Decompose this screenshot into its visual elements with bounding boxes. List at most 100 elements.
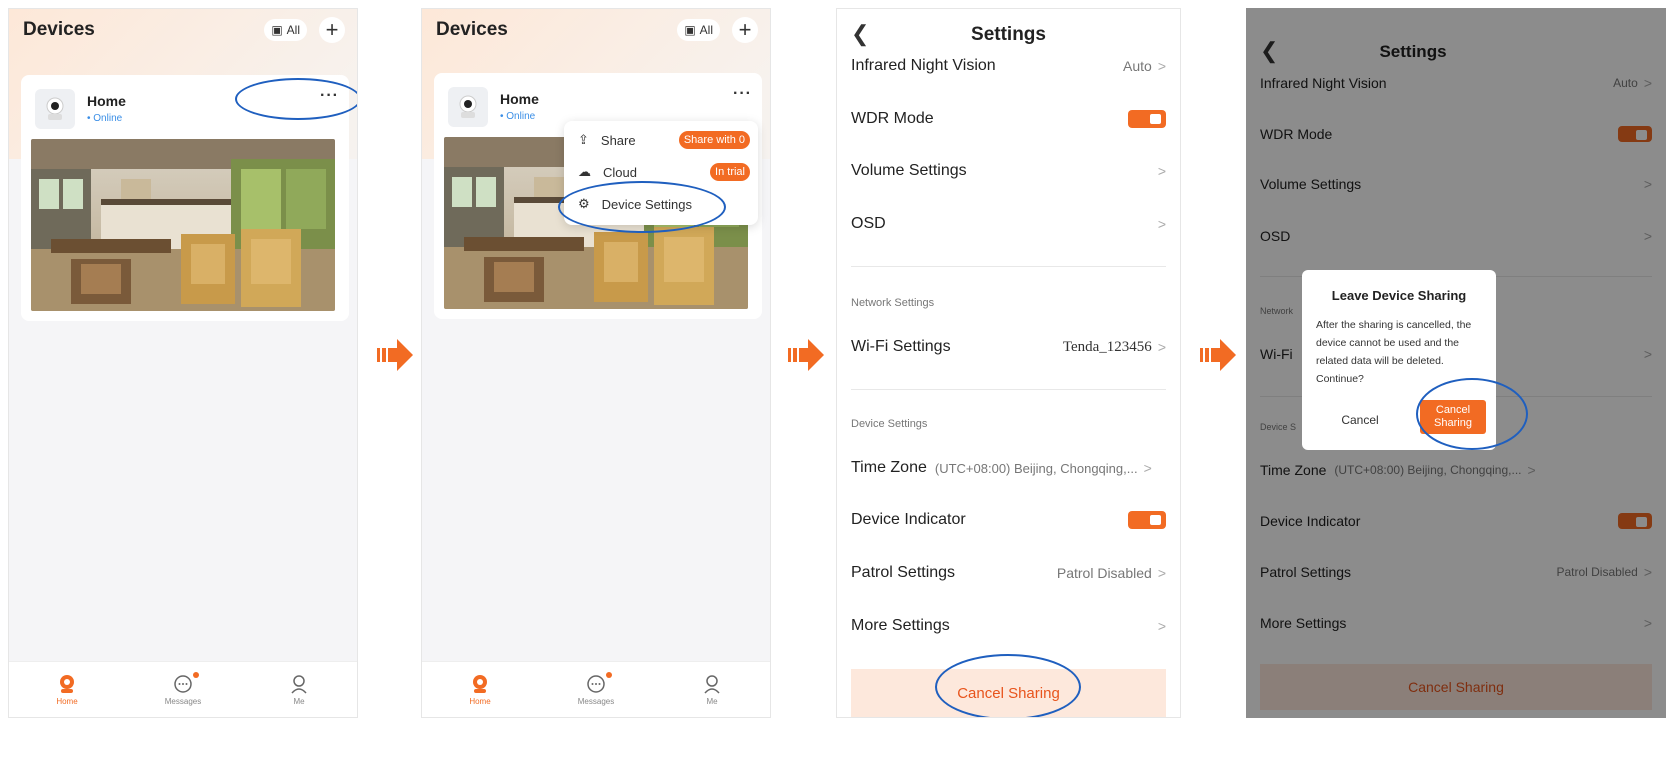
row-osd[interactable]: OSD > xyxy=(851,211,1166,237)
row-value: Auto xyxy=(1123,58,1152,74)
row-label: Device Indicator xyxy=(851,511,966,528)
tab-home-label: Home xyxy=(56,696,78,706)
highlight-ring-device-settings xyxy=(558,181,726,233)
chevron-right-icon: > xyxy=(1157,163,1166,179)
row-infrared-night-vision[interactable]: Infrared Night Vision Auto > xyxy=(851,53,1166,79)
row-device-indicator: Device Indicator xyxy=(851,507,1166,533)
tab-messages-label: Messages xyxy=(577,696,615,706)
tab-me-label: Me xyxy=(293,696,305,706)
plus-icon: + xyxy=(325,17,339,42)
devices-menu-screen: Devices ▣ All + Home • Online ··· ⇪ Shar… xyxy=(421,8,771,718)
row-value: (UTC+08:00) Beijing, Chongqing,... xyxy=(934,460,1138,476)
menu-item-cloud-label: Cloud xyxy=(603,164,637,180)
chevron-right-icon: > xyxy=(1157,58,1166,74)
settings-screen: ❮ Settings Infrared Night Vision Auto > WD… xyxy=(836,8,1181,718)
page-title: Devices xyxy=(436,19,508,40)
row-label: Time Zone xyxy=(851,459,927,476)
add-device-button[interactable]: + xyxy=(732,17,758,43)
plus-icon: + xyxy=(738,17,752,42)
unread-dot xyxy=(193,672,199,678)
tab-messages[interactable]: Messages xyxy=(125,662,241,717)
all-filter-button[interactable]: ▣ All xyxy=(677,19,720,41)
camera-list-icon: ▣ xyxy=(684,23,696,37)
tab-messages-label: Messages xyxy=(164,696,202,706)
messages-icon xyxy=(174,674,192,693)
step-arrow-icon xyxy=(788,339,824,371)
page-title: Settings xyxy=(971,24,1046,45)
device-name: Home xyxy=(500,91,539,107)
highlight-ring-more xyxy=(235,78,357,120)
page-title: Devices xyxy=(23,19,95,40)
row-value: Patrol Disabled xyxy=(1056,565,1152,581)
camera-list-icon: ▣ xyxy=(271,23,283,37)
row-value: Tenda_123456 xyxy=(1062,338,1152,355)
share-icon: ⇪ xyxy=(578,132,589,147)
chevron-right-icon: > xyxy=(1157,339,1166,355)
row-label: Patrol Settings xyxy=(851,564,956,581)
bottom-tab-bar: Home Messages Me xyxy=(422,661,770,717)
menu-item-share-label: Share xyxy=(600,132,636,148)
chevron-right-icon: > xyxy=(1157,618,1166,634)
row-label: OSD xyxy=(851,215,886,232)
me-icon xyxy=(291,674,307,694)
row-label: More Settings xyxy=(851,617,950,634)
row-label: Wi-Fi Settings xyxy=(851,338,951,355)
device-name: Home xyxy=(87,93,126,109)
cloud-icon: ☁ xyxy=(578,164,591,179)
menu-item-share[interactable]: ⇪ Share xyxy=(578,129,636,151)
section-divider xyxy=(851,389,1166,390)
camera-preview[interactable] xyxy=(31,139,335,311)
row-label: WDR Mode xyxy=(851,110,934,127)
dialog-title: Leave Device Sharing xyxy=(1331,288,1467,303)
row-label: Volume Settings xyxy=(851,162,967,179)
bottom-tab-bar: Home Messages Me xyxy=(9,661,357,717)
row-wifi-settings[interactable]: Wi-Fi Settings Tenda_123456 > xyxy=(851,334,1166,360)
wdr-toggle[interactable] xyxy=(1128,110,1166,128)
camera-thumbnail-icon xyxy=(448,87,488,127)
dialog-cancel-button[interactable]: Cancel xyxy=(1316,408,1404,432)
step-arrow-icon xyxy=(377,339,413,371)
device-status: • Online xyxy=(500,111,536,122)
unread-dot xyxy=(606,672,612,678)
section-divider xyxy=(851,266,1166,267)
settings-dialog-screen: ❮ Settings Infrared Night Vision Auto > WD… xyxy=(1246,8,1666,718)
tab-me[interactable]: Me xyxy=(241,662,357,717)
tab-messages[interactable]: Messages xyxy=(538,662,654,717)
messages-icon xyxy=(587,674,605,693)
section-network-settings: Network Settings xyxy=(851,297,935,309)
chevron-right-icon: > xyxy=(1143,460,1152,476)
cloud-badge: In trial xyxy=(710,163,750,181)
row-patrol-settings[interactable]: Patrol Settings Patrol Disabled > xyxy=(851,560,1166,586)
row-time-zone[interactable]: Time Zone (UTC+08:00) Beijing, Chongqing,… xyxy=(851,455,1166,481)
add-device-button[interactable]: + xyxy=(319,17,345,43)
device-status: • Online xyxy=(87,113,123,124)
chevron-right-icon: > xyxy=(1157,565,1166,581)
all-filter-label: All xyxy=(286,23,300,37)
row-label: Infrared Night Vision xyxy=(851,57,996,74)
section-device-settings: Device Settings xyxy=(851,418,928,430)
step-arrow-icon xyxy=(1200,339,1236,371)
dialog-message: After the sharing is cancelled, the devi… xyxy=(1316,319,1472,385)
indicator-toggle[interactable] xyxy=(1128,511,1166,529)
home-camera-icon xyxy=(60,674,74,693)
more-options-button[interactable]: ··· xyxy=(733,85,752,103)
camera-thumbnail-icon xyxy=(35,89,75,129)
tab-me-label: Me xyxy=(706,696,718,706)
tab-home[interactable]: Home xyxy=(9,662,125,717)
tab-home-label: Home xyxy=(469,696,491,706)
menu-item-cloud[interactable]: ☁ Cloud xyxy=(578,161,637,183)
highlight-ring-confirm xyxy=(1416,378,1528,450)
highlight-ring-cancel-sharing xyxy=(935,654,1081,717)
share-badge: Share with 0 xyxy=(678,131,750,149)
tab-home[interactable]: Home xyxy=(422,662,538,717)
row-volume-settings[interactable]: Volume Settings > xyxy=(851,158,1166,184)
chevron-right-icon: > xyxy=(1157,216,1166,232)
devices-screen: Devices ▣ All + Home • Online ··· Home M… xyxy=(8,8,358,718)
tab-me[interactable]: Me xyxy=(654,662,770,717)
all-filter-label: All xyxy=(699,23,713,37)
all-filter-button[interactable]: ▣ All xyxy=(264,19,307,41)
row-more-settings[interactable]: More Settings > xyxy=(851,613,1166,639)
row-wdr-mode: WDR Mode xyxy=(851,106,1166,132)
me-icon xyxy=(704,674,720,694)
home-camera-icon xyxy=(473,674,487,693)
